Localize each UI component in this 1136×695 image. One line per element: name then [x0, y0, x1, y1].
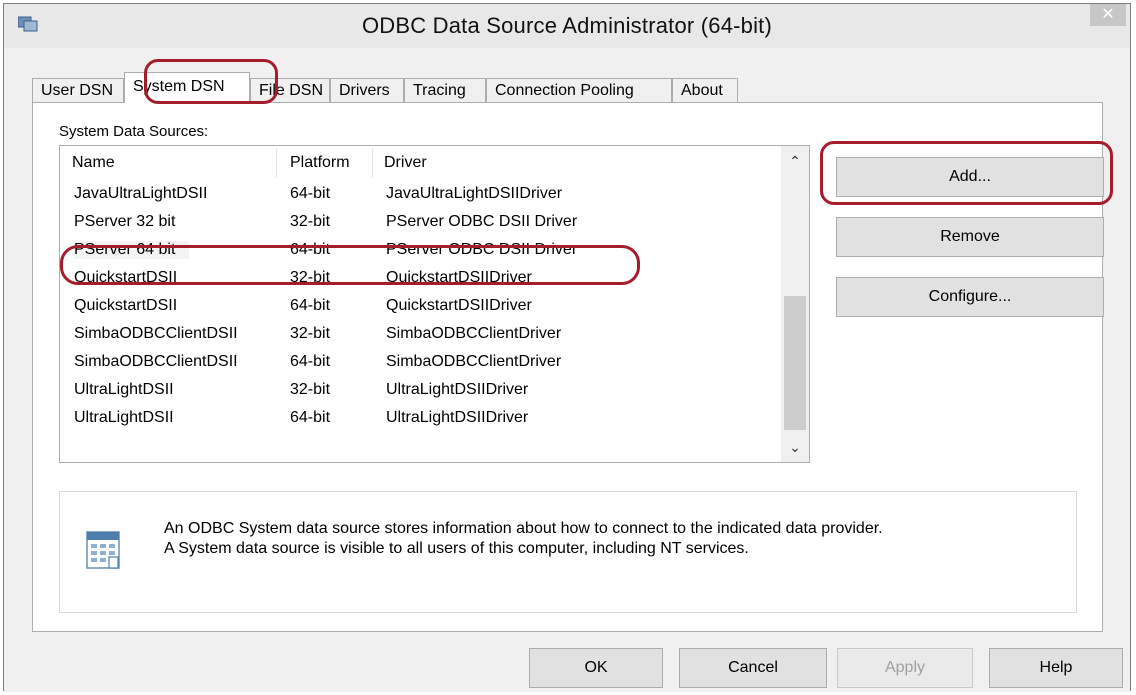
row-name: UltraLightDSII	[74, 381, 174, 398]
list-item[interactable]: UltraLightDSII 32-bit UltraLightDSIIDriv…	[60, 376, 782, 404]
row-name: PServer 32 bit	[74, 213, 176, 230]
system-data-sources-label: System Data Sources:	[59, 123, 209, 140]
row-name: JavaUltraLightDSII	[74, 185, 208, 202]
row-driver: SimbaODBCClientDriver	[386, 353, 562, 370]
list-item[interactable]: QuickstartDSII 32-bit QuickstartDSIIDriv…	[60, 264, 782, 292]
row-name: SimbaODBCClientDSII	[74, 325, 238, 342]
row-driver: JavaUltraLightDSIIDriver	[386, 185, 563, 202]
help-button[interactable]: Help	[989, 648, 1123, 688]
row-name: SimbaODBCClientDSII	[74, 353, 238, 370]
row-driver: QuickstartDSIIDriver	[386, 297, 532, 314]
list-item[interactable]: QuickstartDSII 64-bit QuickstartDSIIDriv…	[60, 292, 782, 320]
data-sources-list[interactable]: Name Platform Driver JavaUltraLightDSII …	[59, 145, 810, 463]
scroll-down-arrow-icon[interactable]: ⌄	[781, 432, 809, 462]
row-platform: 64-bit	[290, 241, 331, 258]
window-title: ODBC Data Source Administrator (64-bit)	[361, 13, 773, 38]
row-platform: 32-bit	[290, 213, 331, 230]
list-header: Name Platform Driver	[60, 146, 782, 180]
tab-drivers[interactable]: Drivers	[330, 78, 404, 102]
tab-connection-pooling[interactable]: Connection Pooling	[486, 78, 672, 102]
scroll-thumb[interactable]	[784, 296, 806, 430]
title-bar: ODBC Data Source Administrator (64-bit) …	[4, 4, 1130, 48]
row-name: UltraLightDSII	[74, 409, 174, 426]
row-platform: 64-bit	[290, 409, 331, 426]
row-name: QuickstartDSII	[74, 269, 178, 286]
row-driver: QuickstartDSIIDriver	[386, 269, 532, 286]
ok-button[interactable]: OK	[529, 648, 663, 688]
odbc-admin-window: ODBC Data Source Administrator (64-bit) …	[3, 3, 1131, 692]
row-platform: 32-bit	[290, 381, 331, 398]
list-item[interactable]: SimbaODBCClientDSII 64-bit SimbaODBCClie…	[60, 348, 782, 376]
row-platform: 64-bit	[290, 353, 331, 370]
list-item[interactable]: JavaUltraLightDSII 64-bit JavaUltraLight…	[60, 180, 782, 208]
row-platform: 32-bit	[290, 325, 331, 342]
column-header-driver[interactable]: Driver	[372, 146, 780, 180]
data-source-icon	[86, 531, 120, 569]
tab-file-dsn[interactable]: File DSN	[250, 78, 330, 102]
row-platform: 64-bit	[290, 185, 331, 202]
system-dsn-panel: System Data Sources: Name Platform Drive…	[32, 102, 1104, 632]
remove-button[interactable]: Remove	[836, 217, 1104, 257]
scroll-up-arrow-icon[interactable]: ⌃	[781, 146, 809, 176]
info-line-2: A System data source is visible to all u…	[164, 540, 749, 557]
info-box: An ODBC System data source stores inform…	[59, 491, 1077, 613]
list-item-selected[interactable]: PServer 64 bit 64-bit PServer ODBC DSII …	[60, 236, 782, 264]
apply-button[interactable]: Apply	[837, 648, 973, 688]
row-platform: 32-bit	[290, 269, 331, 286]
tab-user-dsn[interactable]: User DSN	[32, 78, 124, 102]
close-icon: ✕	[1101, 6, 1115, 23]
add-button[interactable]: Add...	[836, 157, 1104, 197]
column-header-platform[interactable]: Platform	[276, 146, 372, 180]
list-item[interactable]: PServer 32 bit 32-bit PServer ODBC DSII …	[60, 208, 782, 236]
configure-button[interactable]: Configure...	[836, 277, 1104, 317]
column-header-name[interactable]: Name	[60, 146, 276, 180]
cancel-button[interactable]: Cancel	[679, 648, 827, 688]
tab-about[interactable]: About	[672, 78, 738, 102]
list-item[interactable]: UltraLightDSII 64-bit UltraLightDSIIDriv…	[60, 404, 782, 432]
row-platform: 64-bit	[290, 297, 331, 314]
row-driver: PServer ODBC DSII Driver	[386, 213, 578, 230]
row-driver: UltraLightDSIIDriver	[386, 409, 529, 426]
tab-tracing[interactable]: Tracing	[404, 78, 486, 102]
tab-system-dsn[interactable]: System DSN	[124, 72, 250, 103]
list-item[interactable]: SimbaODBCClientDSII 32-bit SimbaODBCClie…	[60, 320, 782, 348]
row-name: PServer 64 bit	[74, 241, 190, 259]
info-line-1: An ODBC System data source stores inform…	[164, 520, 883, 537]
vertical-scrollbar[interactable]: ⌃ ⌄	[781, 146, 809, 462]
row-driver: PServer ODBC DSII Driver	[386, 241, 578, 258]
close-button[interactable]: ✕	[1090, 4, 1126, 26]
info-description: An ODBC System data source stores inform…	[164, 519, 883, 559]
row-driver: SimbaODBCClientDriver	[386, 325, 562, 342]
row-name: QuickstartDSII	[74, 297, 178, 314]
row-driver: UltraLightDSIIDriver	[386, 381, 529, 398]
list-rows: JavaUltraLightDSII 64-bit JavaUltraLight…	[60, 180, 782, 432]
dialog-client-area: User DSN System DSN File DSN Drivers Tra…	[4, 48, 1130, 692]
